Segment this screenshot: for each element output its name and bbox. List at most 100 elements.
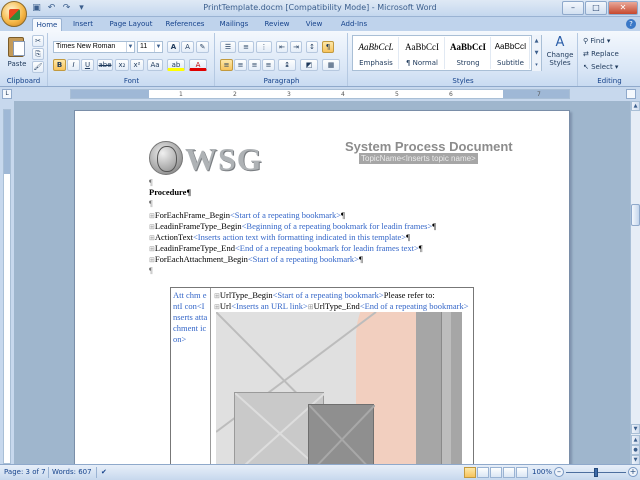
bookmark-line[interactable]: ⊞ForEachAttachment_Begin<Start of a repe…	[149, 254, 363, 266]
font-size-combo[interactable]: 11 ▼	[137, 41, 163, 53]
tab-add-ins[interactable]: Add-Ins	[334, 18, 374, 31]
draft-icon[interactable]	[516, 467, 528, 478]
chevron-down-icon[interactable]: ▼	[154, 42, 162, 52]
status-bar: Page: 3 of 7 Words: 607 ✔ 100% – +	[0, 464, 640, 480]
tab-references[interactable]: References	[162, 18, 208, 31]
document-page[interactable]: WSG System Process Document TopicName<In…	[74, 110, 570, 464]
word-count[interactable]: Words: 607	[52, 468, 92, 476]
select-button[interactable]: ↖ Select ▾	[583, 61, 618, 73]
decrease-indent-icon[interactable]: ⇤	[276, 41, 288, 53]
view-ruler-icon[interactable]	[626, 89, 636, 99]
cut-icon[interactable]: ✂	[32, 35, 44, 47]
chevron-down-icon[interactable]: ▼	[126, 42, 134, 52]
previous-page-icon[interactable]: ▲	[631, 435, 640, 445]
vertical-ruler[interactable]	[0, 101, 14, 464]
ribbon: Paste ✂ ⎘ 🖌 Clipboard Times New Roman ▼ 1…	[0, 31, 640, 87]
increase-indent-icon[interactable]: ⇥	[290, 41, 302, 53]
borders-icon[interactable]: ▦	[322, 59, 340, 71]
style-emphasis[interactable]: AaBbCcL Emphasis	[354, 37, 399, 69]
find-label: Find	[590, 37, 605, 45]
align-center-icon[interactable]: ≡	[234, 59, 247, 71]
sort-icon[interactable]: ↕	[306, 41, 318, 53]
style-normal[interactable]: AaBbCcI ¶ Normal	[400, 37, 445, 69]
office-button[interactable]	[1, 1, 27, 27]
subscript-button[interactable]: x₂	[115, 59, 129, 71]
numbering-icon[interactable]: ≡	[238, 41, 254, 53]
scroll-up-icon[interactable]: ▲	[631, 101, 640, 111]
vertical-scrollbar[interactable]: ▲ ▼ ▲ ● ▼	[630, 101, 640, 465]
zoom-level[interactable]: 100%	[532, 468, 552, 476]
tab-page-layout[interactable]: Page Layout	[104, 18, 158, 31]
close-button[interactable]: ✕	[608, 1, 638, 15]
copy-icon[interactable]: ⎘	[32, 48, 44, 60]
office-logo-icon	[9, 9, 20, 20]
screenshot-placeholder-image[interactable]	[216, 312, 462, 464]
font-name-combo[interactable]: Times New Roman ▼	[53, 41, 135, 53]
document-workarea: WSG System Process Document TopicName<In…	[0, 101, 630, 464]
justify-icon[interactable]: ≡	[262, 59, 275, 71]
replace-button[interactable]: ⇄ Replace	[583, 48, 619, 60]
line-spacing-icon[interactable]: ↨	[278, 59, 296, 71]
strikethrough-button[interactable]: abe	[97, 59, 113, 71]
font-color-button[interactable]: A	[189, 59, 207, 71]
style-name: ¶ Normal	[405, 59, 438, 67]
format-painter-icon[interactable]: 🖌	[32, 61, 44, 73]
maximize-button[interactable]: □	[585, 1, 607, 15]
change-styles-button[interactable]: A Change Styles	[545, 35, 575, 79]
tab-home[interactable]: Home	[32, 18, 62, 31]
superscript-button[interactable]: x²	[130, 59, 144, 71]
zoom-in-icon[interactable]: +	[628, 467, 638, 477]
styles-group-label: Styles	[452, 77, 474, 85]
scroll-down-icon[interactable]: ▼	[631, 424, 640, 434]
clear-formatting-icon[interactable]: ✎	[196, 41, 209, 53]
horizontal-ruler[interactable]: 1 2 3 4 5 6 7	[70, 89, 570, 99]
align-left-icon[interactable]: ≡	[220, 59, 233, 71]
attachment-table[interactable]: Att chm entI con<Inserts attachment icon…	[170, 287, 474, 464]
find-button[interactable]: ⚲ Find ▾	[583, 35, 610, 47]
topic-name-field[interactable]: TopicName<Inserts topic name>	[359, 153, 478, 164]
multilevel-list-icon[interactable]: ⋮	[256, 41, 272, 53]
styles-gallery-scroll[interactable]: ▲ ▼ ▾	[531, 35, 541, 71]
highlight-button[interactable]: ab	[167, 59, 185, 71]
change-case-button[interactable]: Aa	[147, 59, 163, 71]
scroll-thumb[interactable]	[631, 204, 640, 226]
full-screen-reading-icon[interactable]	[477, 467, 489, 478]
bookmark-name: LeadinFrameType_Begin	[154, 221, 242, 231]
pilcrow: ¶	[341, 210, 345, 220]
tab-selector-icon[interactable]: L	[2, 89, 12, 99]
paste-button[interactable]: Paste	[6, 60, 28, 68]
paragraph-group: ☰ ≡ ⋮ ⇤ ⇥ ↕ ¶ ≡ ≡ ≡ ≡ ↨ ◩ ▦ Paragraph	[216, 33, 348, 86]
proofing-icon[interactable]: ✔	[101, 468, 107, 476]
window-controls: – □ ✕	[562, 1, 638, 15]
shrink-font-button[interactable]: A	[181, 41, 194, 53]
print-layout-icon[interactable]	[464, 467, 476, 478]
align-right-icon[interactable]: ≡	[248, 59, 261, 71]
zoom-slider-knob[interactable]	[594, 468, 598, 477]
paste-icon[interactable]	[6, 35, 28, 59]
tab-review[interactable]: Review	[260, 18, 294, 31]
select-browse-object-icon[interactable]: ●	[631, 445, 640, 455]
bullets-icon[interactable]: ☰	[220, 41, 236, 53]
pilcrow: ¶	[418, 243, 423, 253]
help-icon[interactable]: ?	[626, 19, 636, 29]
tab-insert[interactable]: Insert	[66, 18, 100, 31]
italic-button[interactable]: I	[67, 59, 80, 71]
outline-icon[interactable]	[503, 467, 515, 478]
underline-button[interactable]: U	[81, 59, 94, 71]
page-count[interactable]: Page: 3 of 7	[4, 468, 46, 476]
attachment-icon-cell[interactable]: Att chm entI con<Inserts attachment icon…	[171, 288, 211, 464]
zoom-out-icon[interactable]: –	[554, 467, 564, 477]
grow-font-button[interactable]: A	[167, 41, 180, 53]
web-layout-icon[interactable]	[490, 467, 502, 478]
show-formatting-button[interactable]: ¶	[322, 41, 334, 53]
style-subtitle[interactable]: AaBbCcI Subtitle	[492, 37, 530, 69]
minimize-button[interactable]: –	[562, 1, 584, 15]
style-strong[interactable]: AaBbCcI Strong	[446, 37, 491, 69]
replace-label: Replace	[591, 50, 619, 58]
tab-view[interactable]: View	[300, 18, 328, 31]
shading-icon[interactable]: ◩	[300, 59, 318, 71]
bookmark-name: UrlType_Begin	[219, 290, 273, 300]
bold-button[interactable]: B	[53, 59, 66, 71]
url-cell[interactable]: ⊞UrlType_Begin<Start of a repeating book…	[212, 288, 474, 464]
tab-mailings[interactable]: Mailings	[214, 18, 254, 31]
